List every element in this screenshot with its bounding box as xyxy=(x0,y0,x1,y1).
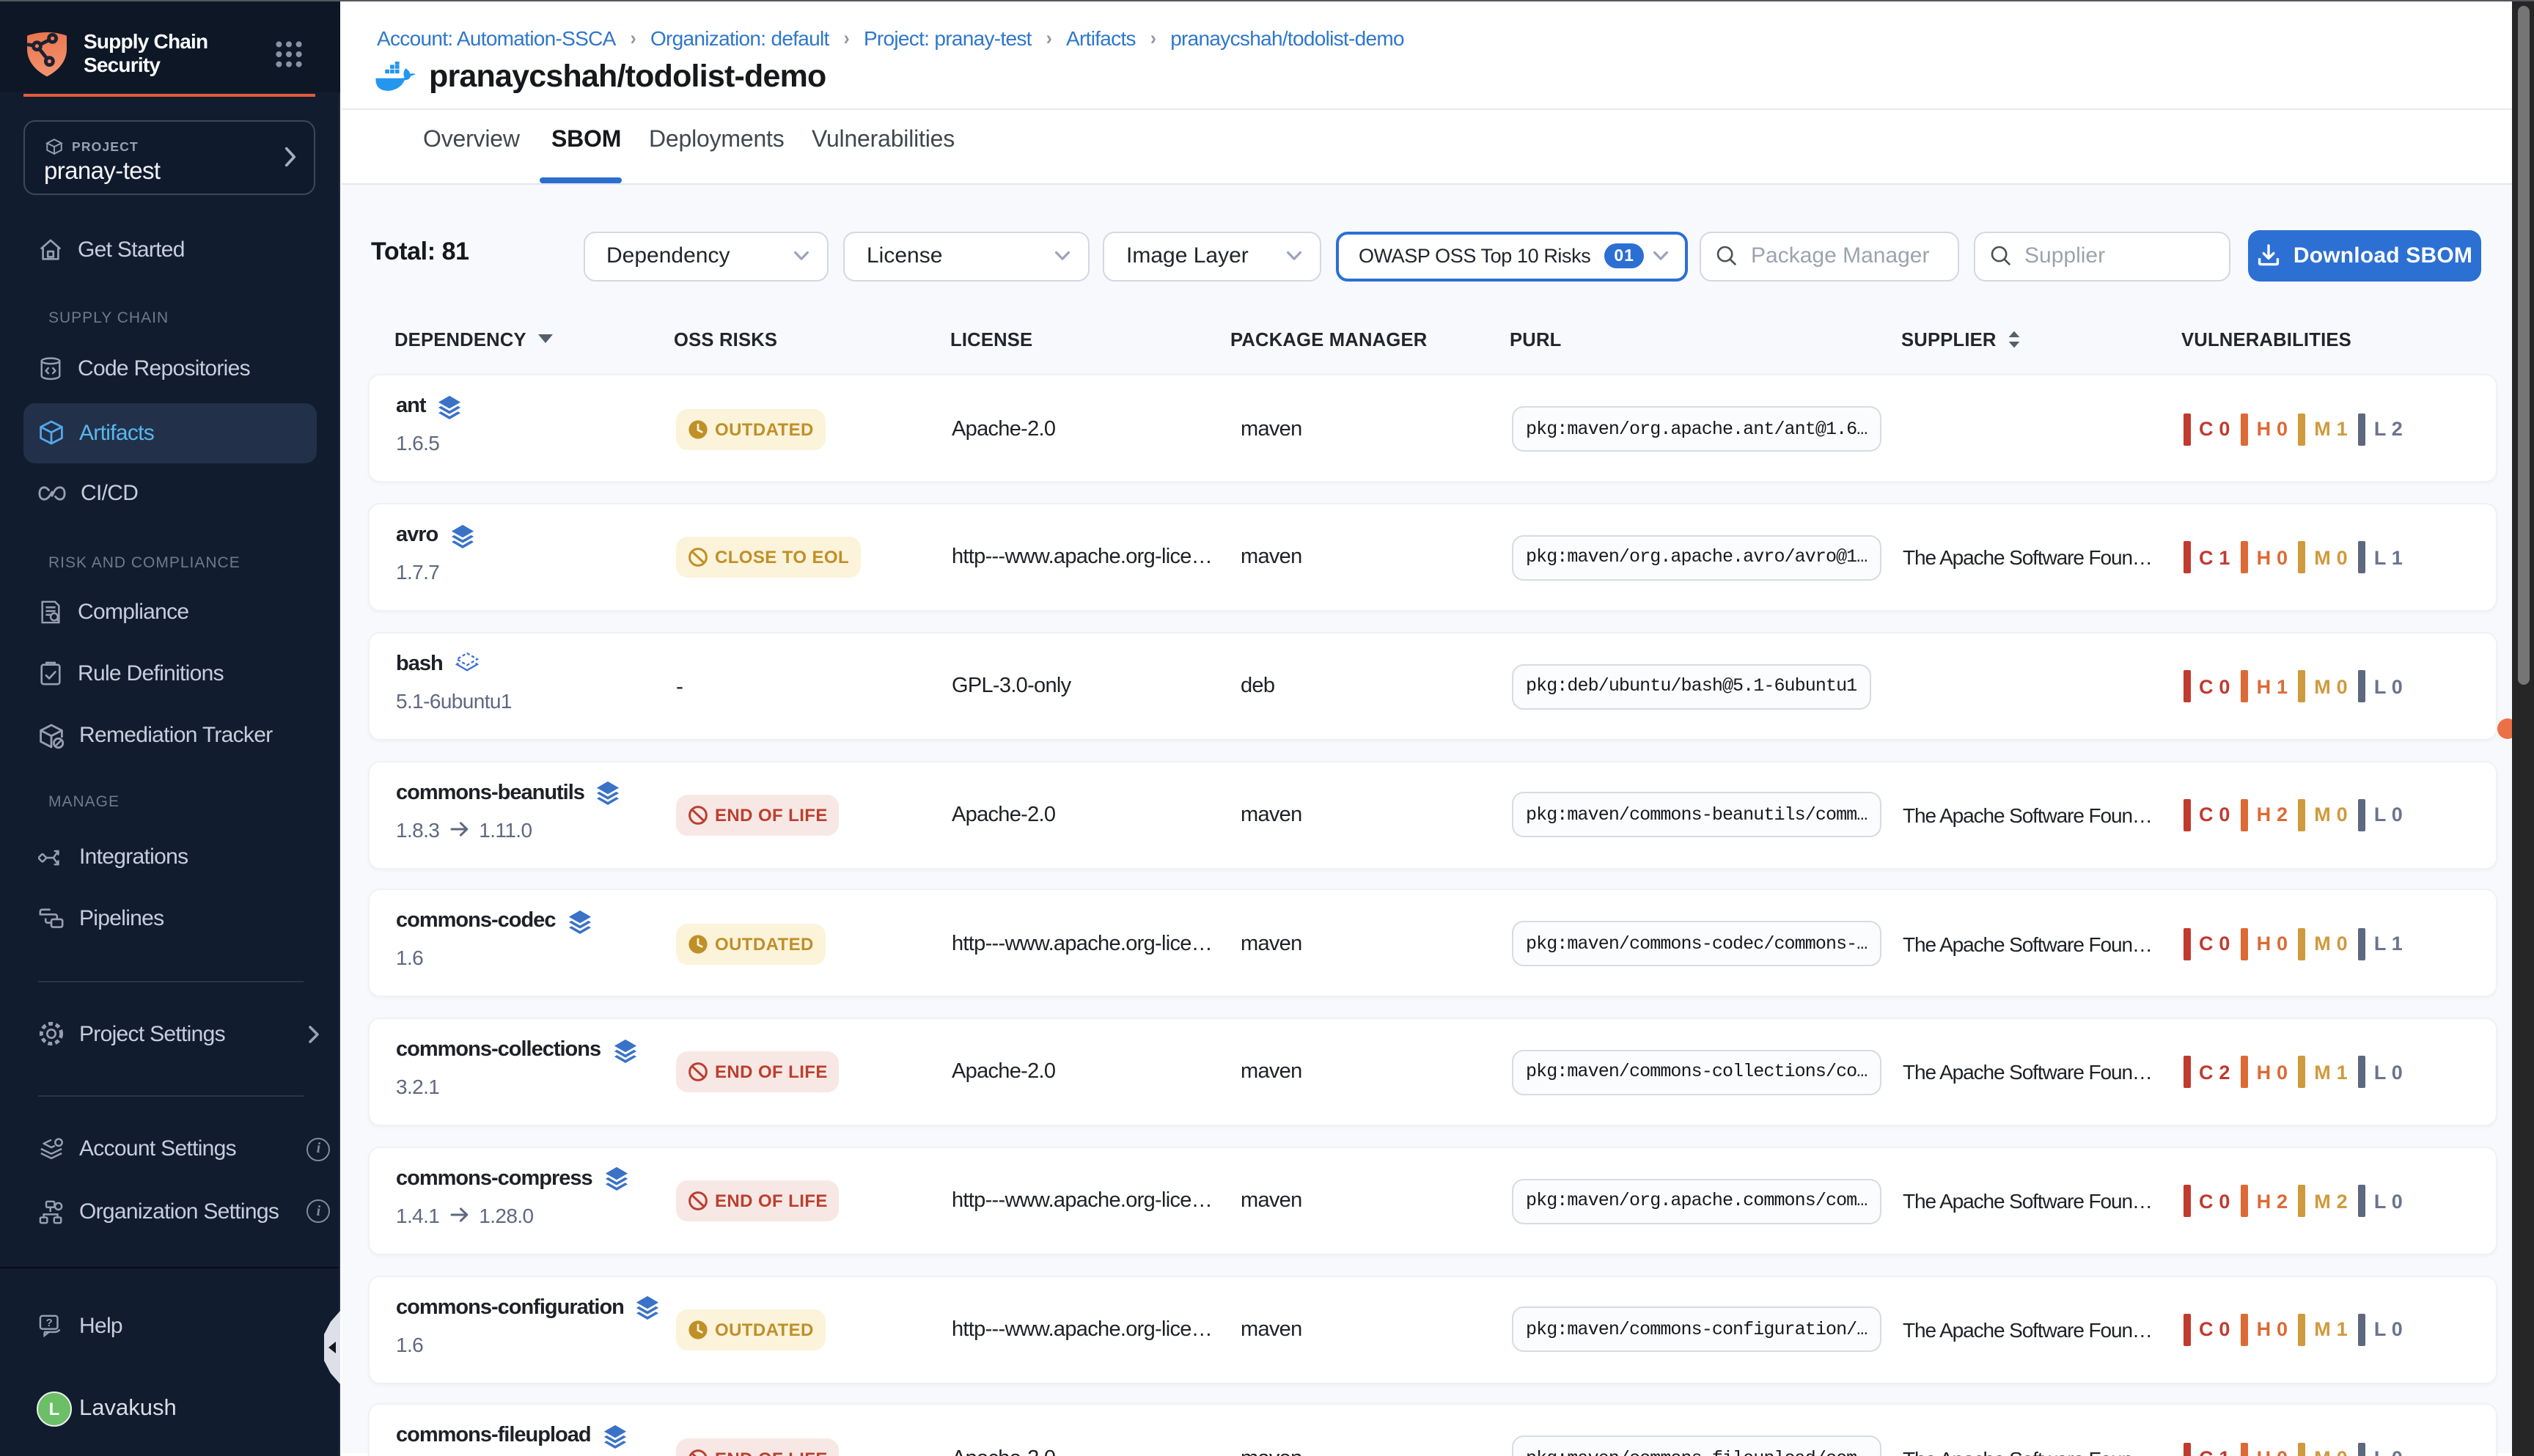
svg-text:?: ? xyxy=(45,1317,52,1329)
